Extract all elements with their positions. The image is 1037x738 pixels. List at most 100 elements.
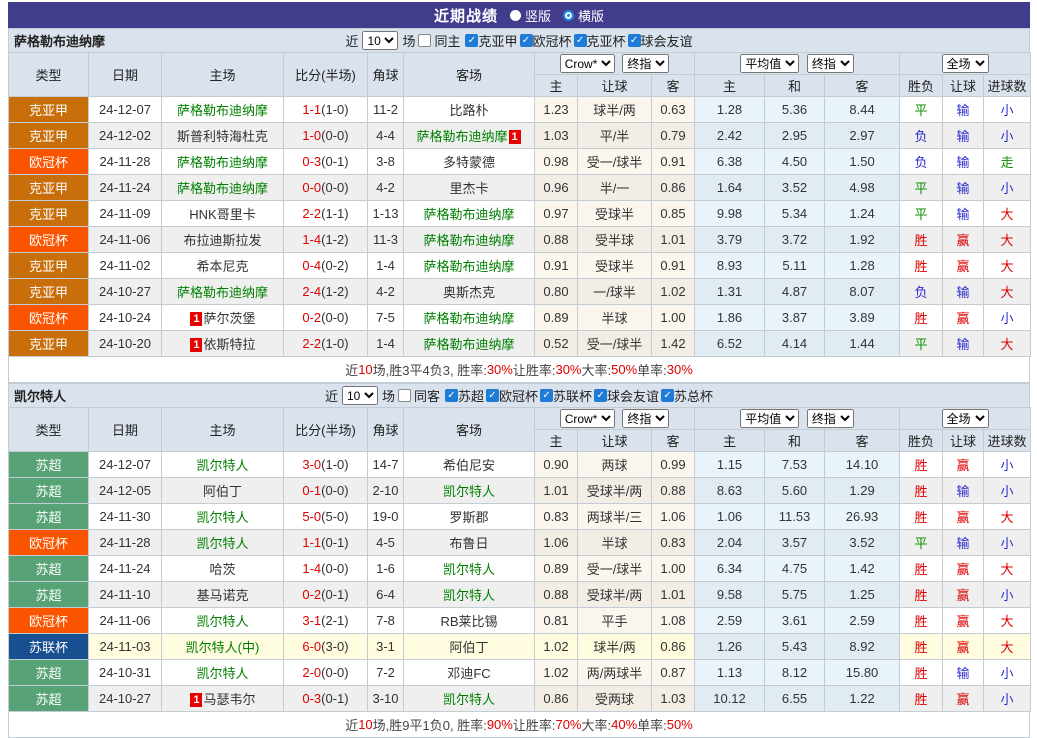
team-name-text: 凯尔特人 bbox=[196, 666, 248, 681]
team-name-text: 里杰卡 bbox=[449, 181, 488, 196]
league-checkbox[interactable] bbox=[628, 34, 641, 47]
away-team: 萨格勒布迪纳摩1 bbox=[404, 123, 535, 149]
avg-home: 1.13 bbox=[695, 660, 765, 686]
odds-stage-select[interactable]: 终指 bbox=[622, 54, 669, 73]
odds-home: 1.02 bbox=[535, 634, 578, 660]
vertical-layout-label[interactable]: 竖版 bbox=[525, 6, 551, 25]
team-name-text: RB莱比锡 bbox=[440, 614, 497, 629]
league-checkbox[interactable] bbox=[661, 389, 674, 402]
league-label: 欧冠杯 bbox=[499, 386, 538, 405]
average-select[interactable]: 平均值 bbox=[740, 409, 799, 428]
result-handicap: 输 bbox=[943, 201, 984, 227]
match-count-select[interactable]: 10 bbox=[362, 31, 398, 50]
result-handicap: 输 bbox=[943, 478, 984, 504]
away-team: 希伯尼安 bbox=[404, 452, 535, 478]
match-row: 克亚甲24-12-07萨格勒布迪纳摩1-1(1-0)11-2比路朴1.23球半/… bbox=[9, 97, 1031, 123]
odds-source-header: Crow* 终指 bbox=[535, 408, 695, 430]
avg-away: 2.59 bbox=[825, 608, 900, 634]
league-checkbox[interactable] bbox=[465, 34, 478, 47]
avg-draw: 3.57 bbox=[765, 530, 825, 556]
bookmaker-select[interactable]: Crow* bbox=[560, 54, 615, 73]
result-handicap: 赢 bbox=[943, 582, 984, 608]
result-handicap: 输 bbox=[943, 279, 984, 305]
avg-draw: 2.95 bbox=[765, 123, 825, 149]
avg-home: 6.38 bbox=[695, 149, 765, 175]
fulltime-score: 2-2 bbox=[302, 336, 321, 351]
avg-home: 1.64 bbox=[695, 175, 765, 201]
league-badge: 克亚甲 bbox=[9, 201, 89, 227]
league-checkbox[interactable] bbox=[445, 389, 458, 402]
summary-text: 让胜率: bbox=[513, 360, 556, 379]
score: 0-2(0-1) bbox=[284, 582, 368, 608]
odds-away: 0.91 bbox=[652, 253, 695, 279]
home-team: 萨格勒布迪纳摩 bbox=[162, 279, 284, 305]
odds-home: 0.81 bbox=[535, 608, 578, 634]
avg-draw: 4.50 bbox=[765, 149, 825, 175]
avg-away: 1.50 bbox=[825, 149, 900, 175]
halftime-score: (1-0) bbox=[321, 336, 348, 351]
match-date: 24-11-03 bbox=[89, 634, 162, 660]
vertical-layout-radio[interactable] bbox=[510, 10, 521, 21]
summary-stat-value: 30% bbox=[487, 362, 513, 377]
match-row: 苏超24-11-30凯尔特人5-0(5-0)19-0罗斯郡0.83两球半/三1.… bbox=[9, 504, 1031, 530]
home-team: HNK哥里卡 bbox=[162, 201, 284, 227]
col-away: 客场 bbox=[404, 53, 535, 97]
odds-home: 0.90 bbox=[535, 452, 578, 478]
avg-home: 6.52 bbox=[695, 331, 765, 357]
col-odds-away: 客 bbox=[652, 75, 695, 97]
result-outcome: 胜 bbox=[900, 634, 943, 660]
halftime-score: (0-1) bbox=[321, 535, 348, 550]
col-corners: 角球 bbox=[368, 408, 404, 452]
match-count-select[interactable]: 10 bbox=[342, 386, 378, 405]
fulltime-score: 3-0 bbox=[302, 457, 321, 472]
home-team: 凯尔特人(中) bbox=[162, 634, 284, 660]
match-row: 欧冠杯24-10-241萨尔茨堡0-2(0-0)7-5萨格勒布迪纳摩0.89半球… bbox=[9, 305, 1031, 331]
scope-select[interactable]: 全场 bbox=[942, 54, 989, 73]
red-card-badge: 1 bbox=[509, 130, 521, 144]
result-handicap: 输 bbox=[943, 660, 984, 686]
avg-draw: 3.61 bbox=[765, 608, 825, 634]
halftime-score: (0-0) bbox=[321, 561, 348, 576]
filter-near-label: 近 bbox=[325, 386, 338, 405]
bookmaker-select[interactable]: Crow* bbox=[560, 409, 615, 428]
league-checkbox[interactable] bbox=[594, 389, 607, 402]
away-team: 萨格勒布迪纳摩 bbox=[404, 227, 535, 253]
fulltime-score: 5-0 bbox=[302, 509, 321, 524]
record-summary-1: 近10场,胜3平4负3, 胜率:30% 让胜率:30% 大率:50% 单率:30… bbox=[8, 357, 1030, 383]
match-date: 24-10-20 bbox=[89, 331, 162, 357]
corners: 19-0 bbox=[368, 504, 404, 530]
average-stage-select[interactable]: 终指 bbox=[807, 409, 854, 428]
league-checkbox[interactable] bbox=[486, 389, 499, 402]
halftime-score: (0-1) bbox=[321, 587, 348, 602]
corners: 3-1 bbox=[368, 634, 404, 660]
league-checkbox[interactable] bbox=[574, 34, 587, 47]
average-odds-header: 平均值 终指 bbox=[695, 408, 900, 430]
same-venue-checkbox[interactable] bbox=[398, 389, 411, 402]
same-venue-checkbox[interactable] bbox=[418, 34, 431, 47]
scope-select[interactable]: 全场 bbox=[942, 409, 989, 428]
result-handicap: 赢 bbox=[943, 227, 984, 253]
col-date: 日期 bbox=[89, 408, 162, 452]
col-avg-draw: 和 bbox=[765, 430, 825, 452]
league-checkbox[interactable] bbox=[540, 389, 553, 402]
home-team: 斯普利特海杜克 bbox=[162, 123, 284, 149]
halftime-score: (1-2) bbox=[321, 284, 348, 299]
league-checkbox[interactable] bbox=[520, 34, 533, 47]
result-goals: 大 bbox=[984, 331, 1031, 357]
horizontal-layout-radio[interactable] bbox=[563, 10, 574, 21]
odds-home: 1.02 bbox=[535, 660, 578, 686]
odds-stage-select[interactable]: 终指 bbox=[622, 409, 669, 428]
home-team: 布拉迪斯拉发 bbox=[162, 227, 284, 253]
fulltime-score: 6-0 bbox=[302, 639, 321, 654]
corners: 2-10 bbox=[368, 478, 404, 504]
average-stage-select[interactable]: 终指 bbox=[807, 54, 854, 73]
summary-text: 大率: bbox=[582, 360, 612, 379]
away-team: 多特蒙德 bbox=[404, 149, 535, 175]
average-select[interactable]: 平均值 bbox=[740, 54, 799, 73]
horizontal-layout-label[interactable]: 横版 bbox=[578, 6, 604, 25]
match-row: 欧冠杯24-11-28萨格勒布迪纳摩0-3(0-1)3-8多特蒙德0.98受一/… bbox=[9, 149, 1031, 175]
corners: 7-2 bbox=[368, 660, 404, 686]
team-name-text: 布鲁日 bbox=[449, 536, 488, 551]
avg-home: 1.28 bbox=[695, 97, 765, 123]
score: 5-0(5-0) bbox=[284, 504, 368, 530]
